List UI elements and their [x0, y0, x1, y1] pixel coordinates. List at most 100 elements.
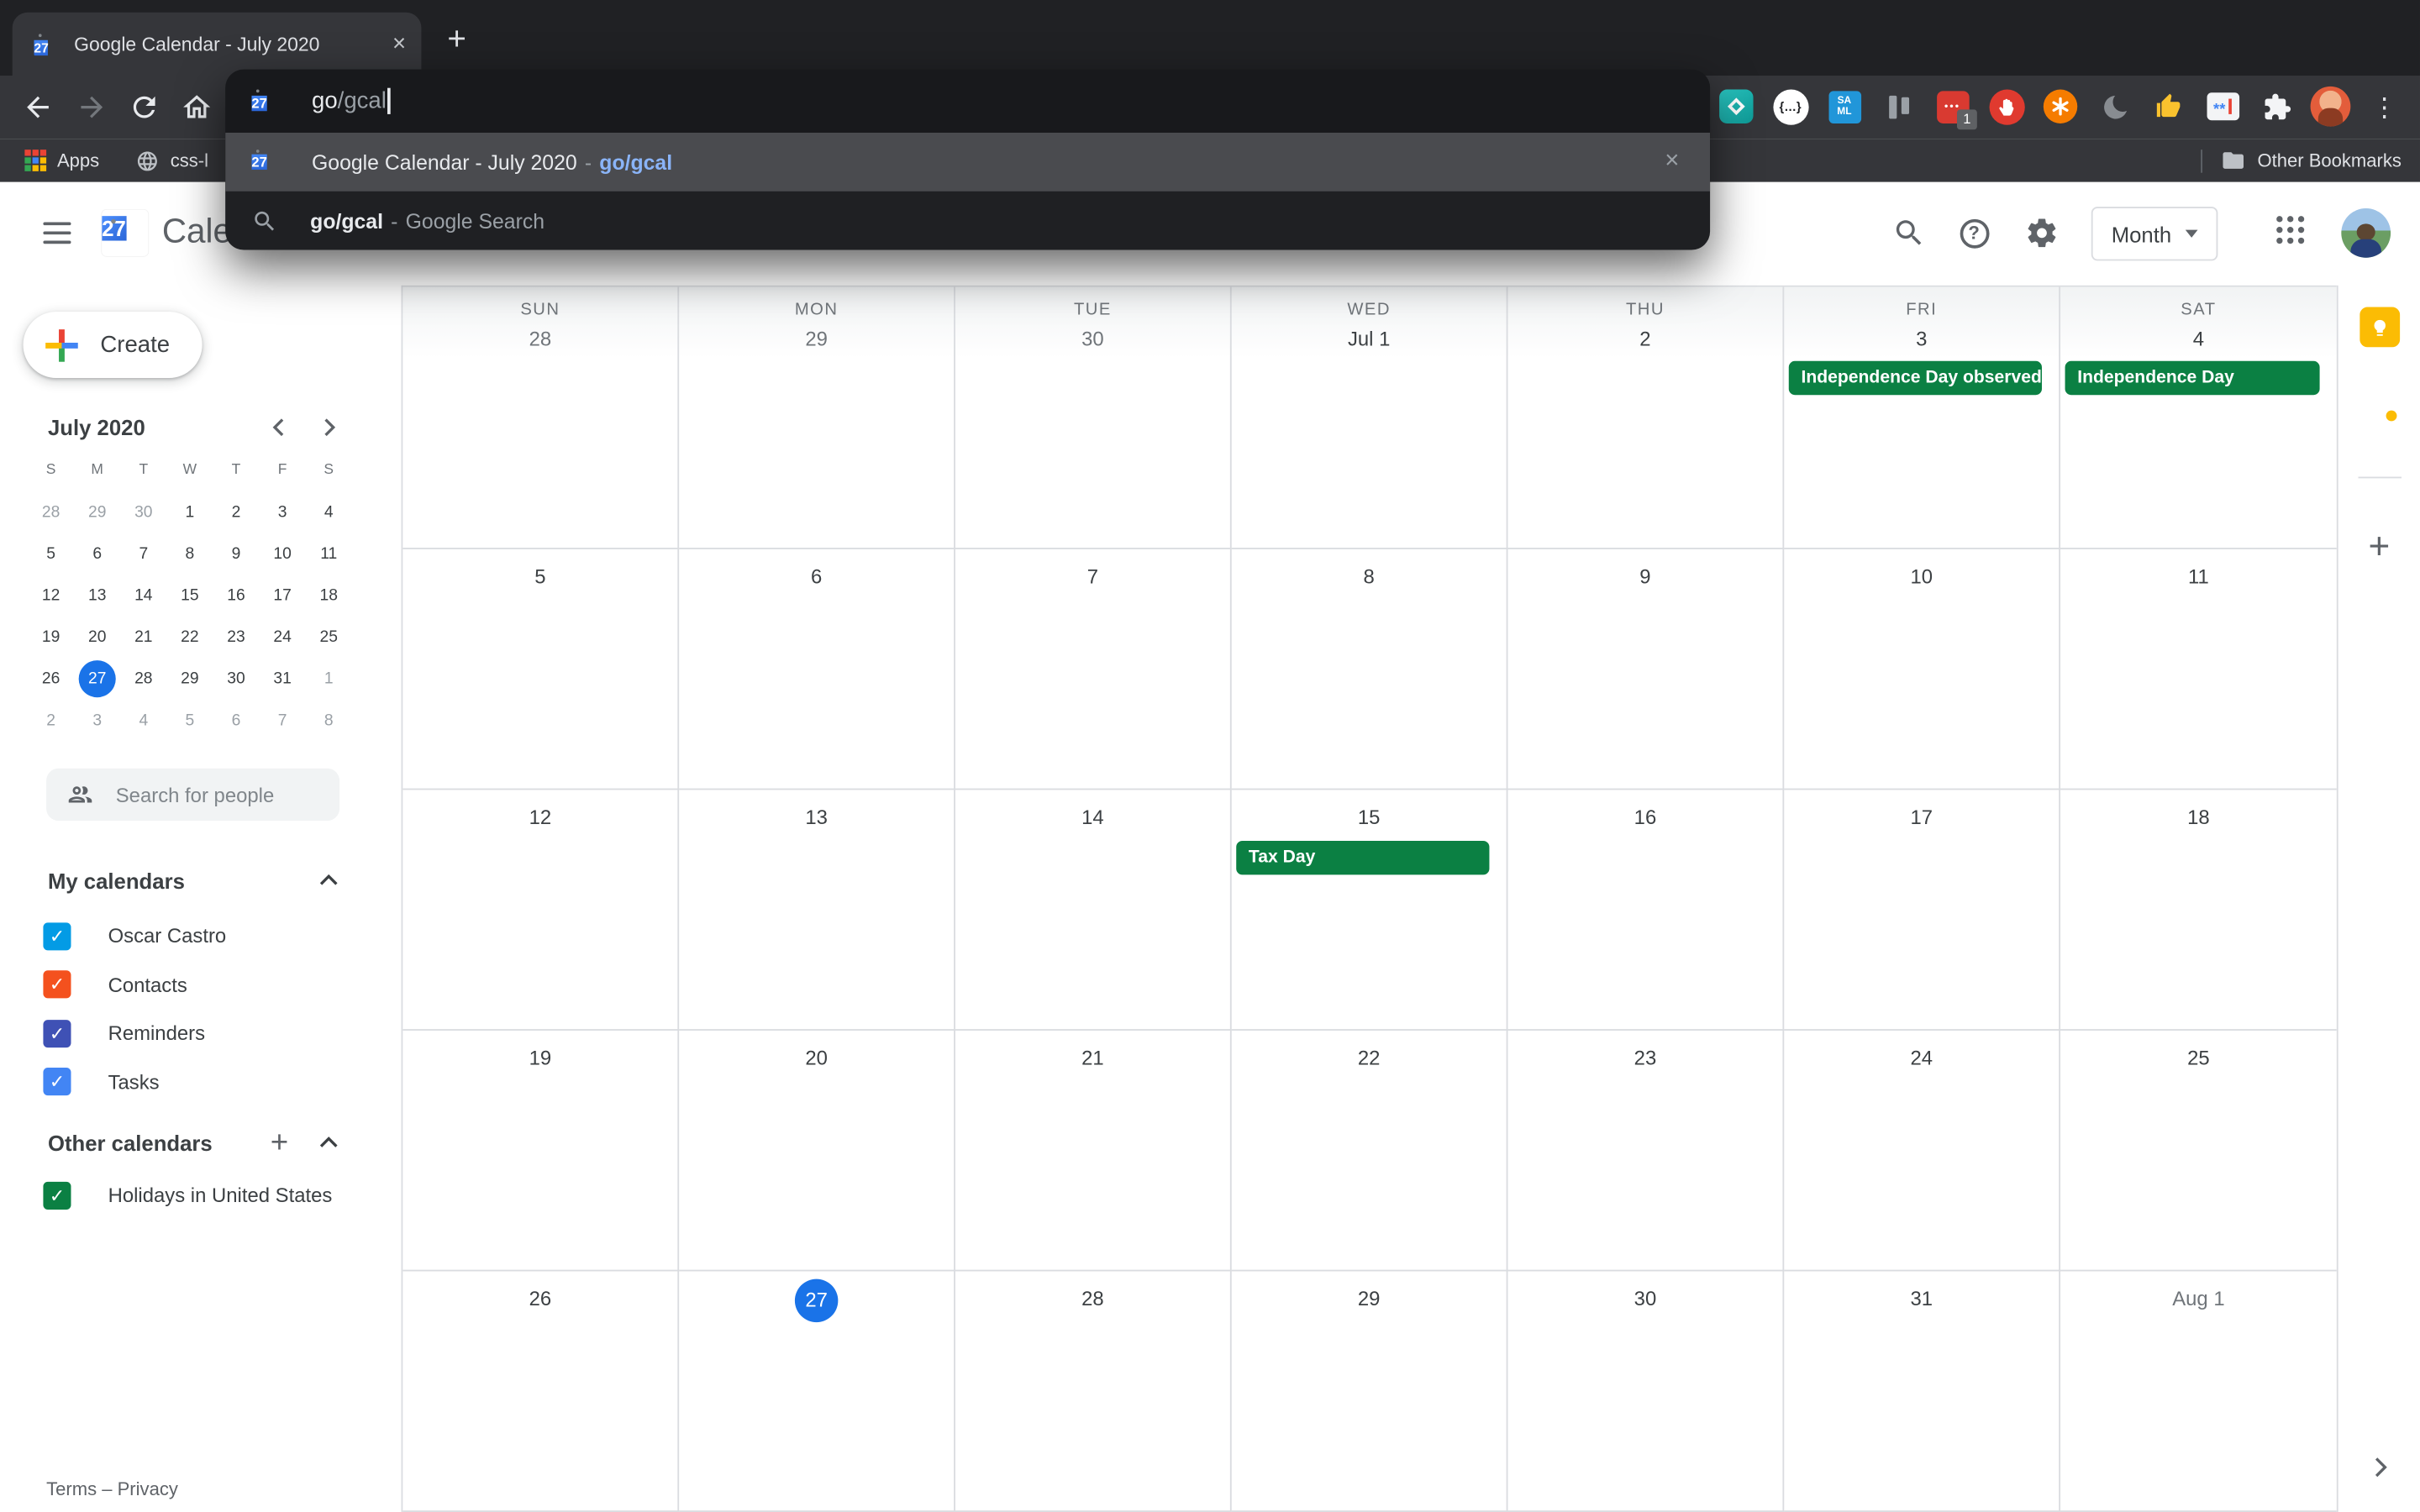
add-calendar-icon[interactable]: +: [262, 1126, 296, 1160]
calendar-list-item[interactable]: ✓Contacts: [0, 960, 402, 1009]
back-icon[interactable]: [22, 91, 55, 123]
mini-day[interactable]: 1: [166, 491, 213, 533]
day-cell[interactable]: 11: [2060, 549, 2337, 790]
reload-icon[interactable]: [128, 91, 160, 123]
calendar-checkbox[interactable]: ✓: [43, 922, 71, 950]
day-cell[interactable]: FRI3Independence Day observed: [1784, 287, 2060, 549]
mini-day[interactable]: 26: [28, 657, 74, 699]
view-selector-button[interactable]: Month: [2091, 207, 2218, 260]
calendar-checkbox[interactable]: ✓: [43, 1068, 71, 1095]
bookmark-apps[interactable]: Apps: [24, 150, 99, 171]
mini-day[interactable]: 4: [306, 491, 352, 533]
main-menu-icon[interactable]: [43, 222, 71, 244]
day-cell[interactable]: 10: [1784, 549, 2060, 790]
mini-day[interactable]: 6: [213, 699, 259, 741]
day-cell[interactable]: 20: [679, 1031, 955, 1272]
day-cell[interactable]: 27: [679, 1271, 955, 1512]
thumbs-up-icon[interactable]: [2149, 87, 2189, 127]
mini-day[interactable]: 30: [213, 657, 259, 699]
calendar-list-item[interactable]: ✓Reminders: [0, 1009, 402, 1058]
mini-day[interactable]: 28: [28, 491, 74, 533]
mini-day-today[interactable]: 27: [74, 657, 120, 699]
day-cell[interactable]: 21: [955, 1031, 1232, 1272]
calendar-checkbox[interactable]: ✓: [43, 1181, 71, 1209]
day-cell[interactable]: 31: [1784, 1271, 2060, 1512]
settings-gear-icon[interactable]: [2023, 214, 2060, 251]
browser-tab[interactable]: 27 Google Calendar - July 2020 ×: [13, 13, 422, 76]
day-cell[interactable]: 26: [402, 1271, 679, 1512]
mini-day[interactable]: 25: [306, 616, 352, 658]
calendar-checkbox[interactable]: ✓: [43, 1020, 71, 1047]
mini-day[interactable]: 23: [213, 616, 259, 658]
create-button[interactable]: Create: [24, 312, 203, 378]
mini-day[interactable]: 12: [28, 574, 74, 616]
mini-day[interactable]: 13: [74, 574, 120, 616]
day-cell[interactable]: 24: [1784, 1031, 2060, 1272]
collapse-chevron-icon[interactable]: [312, 864, 345, 898]
day-cell[interactable]: 19: [402, 1031, 679, 1272]
calendar-list-item[interactable]: ✓Holidays in United States: [0, 1171, 402, 1220]
mini-day[interactable]: 16: [213, 574, 259, 616]
day-cell[interactable]: 17: [1784, 790, 2060, 1031]
day-cell[interactable]: 23: [1507, 1031, 1784, 1272]
day-cell[interactable]: TUE30: [955, 287, 1232, 549]
mini-day[interactable]: 3: [74, 699, 120, 741]
omnibox-field[interactable]: 27 go/gcal: [225, 70, 1710, 133]
event-chip[interactable]: Independence Day observed: [1789, 361, 2042, 395]
suggestion-row-search[interactable]: go/gcal-Google Search: [225, 192, 1710, 250]
next-page-chevron-icon[interactable]: [2365, 1453, 2393, 1488]
people-search-box[interactable]: [46, 769, 339, 821]
json-formatter-icon[interactable]: {…}: [1770, 87, 1811, 127]
day-cell[interactable]: 22: [1232, 1031, 1508, 1272]
calendar-list-item[interactable]: ✓Oscar Castro: [0, 912, 402, 961]
mini-day[interactable]: 31: [260, 657, 306, 699]
day-cell[interactable]: 28: [955, 1271, 1232, 1512]
day-cell[interactable]: MON29: [679, 287, 955, 549]
dark-reader-moon-icon[interactable]: [2094, 87, 2134, 127]
mini-day[interactable]: 29: [166, 657, 213, 699]
day-cell[interactable]: 9: [1507, 549, 1784, 790]
day-cell[interactable]: 5: [402, 549, 679, 790]
mini-day[interactable]: 6: [74, 533, 120, 575]
calendar-checkbox[interactable]: ✓: [43, 971, 71, 999]
mini-day[interactable]: 5: [28, 533, 74, 575]
search-icon[interactable]: [1891, 214, 1928, 251]
remove-suggestion-icon[interactable]: ×: [1655, 145, 1688, 179]
mini-day[interactable]: 7: [120, 533, 166, 575]
mini-day[interactable]: 19: [28, 616, 74, 658]
mini-day[interactable]: 22: [166, 616, 213, 658]
mini-day[interactable]: 29: [74, 491, 120, 533]
mini-day[interactable]: 24: [260, 616, 306, 658]
day-cell[interactable]: 16: [1507, 790, 1784, 1031]
home-icon[interactable]: [181, 91, 213, 123]
tab-close-icon[interactable]: ×: [392, 33, 406, 56]
mini-day[interactable]: 21: [120, 616, 166, 658]
day-cell[interactable]: 6: [679, 549, 955, 790]
day-cell[interactable]: 18: [2060, 790, 2337, 1031]
event-chip[interactable]: Tax Day: [1236, 841, 1489, 874]
day-cell[interactable]: 8: [1232, 549, 1508, 790]
day-cell[interactable]: THU2: [1507, 287, 1784, 549]
day-cell[interactable]: SAT4Independence Day: [2060, 287, 2337, 549]
mini-day[interactable]: 30: [120, 491, 166, 533]
mini-prev-month-icon[interactable]: [262, 411, 296, 444]
day-cell[interactable]: SUN28: [402, 287, 679, 549]
mini-day[interactable]: 14: [120, 574, 166, 616]
day-cell[interactable]: 25: [2060, 1031, 2337, 1272]
saml-tracer-icon[interactable]: SAML: [1824, 87, 1865, 127]
mini-day[interactable]: 20: [74, 616, 120, 658]
mini-day[interactable]: 4: [120, 699, 166, 741]
calendar-logo[interactable]: 27: [102, 210, 148, 256]
mini-day[interactable]: 28: [120, 657, 166, 699]
day-cell[interactable]: 13: [679, 790, 955, 1031]
keep-icon[interactable]: [2359, 307, 2399, 348]
asterisk-icon[interactable]: [2040, 87, 2081, 127]
mini-day[interactable]: 11: [306, 533, 352, 575]
suggestion-row-page[interactable]: 27 Google Calendar - July 2020-go/gcal ×: [225, 133, 1710, 192]
mini-day[interactable]: 18: [306, 574, 352, 616]
day-cell[interactable]: 30: [1507, 1271, 1784, 1512]
mini-day[interactable]: 9: [213, 533, 259, 575]
terms-privacy-links[interactable]: Terms – Privacy: [46, 1478, 178, 1500]
mini-day[interactable]: 3: [260, 491, 306, 533]
mini-day[interactable]: 17: [260, 574, 306, 616]
